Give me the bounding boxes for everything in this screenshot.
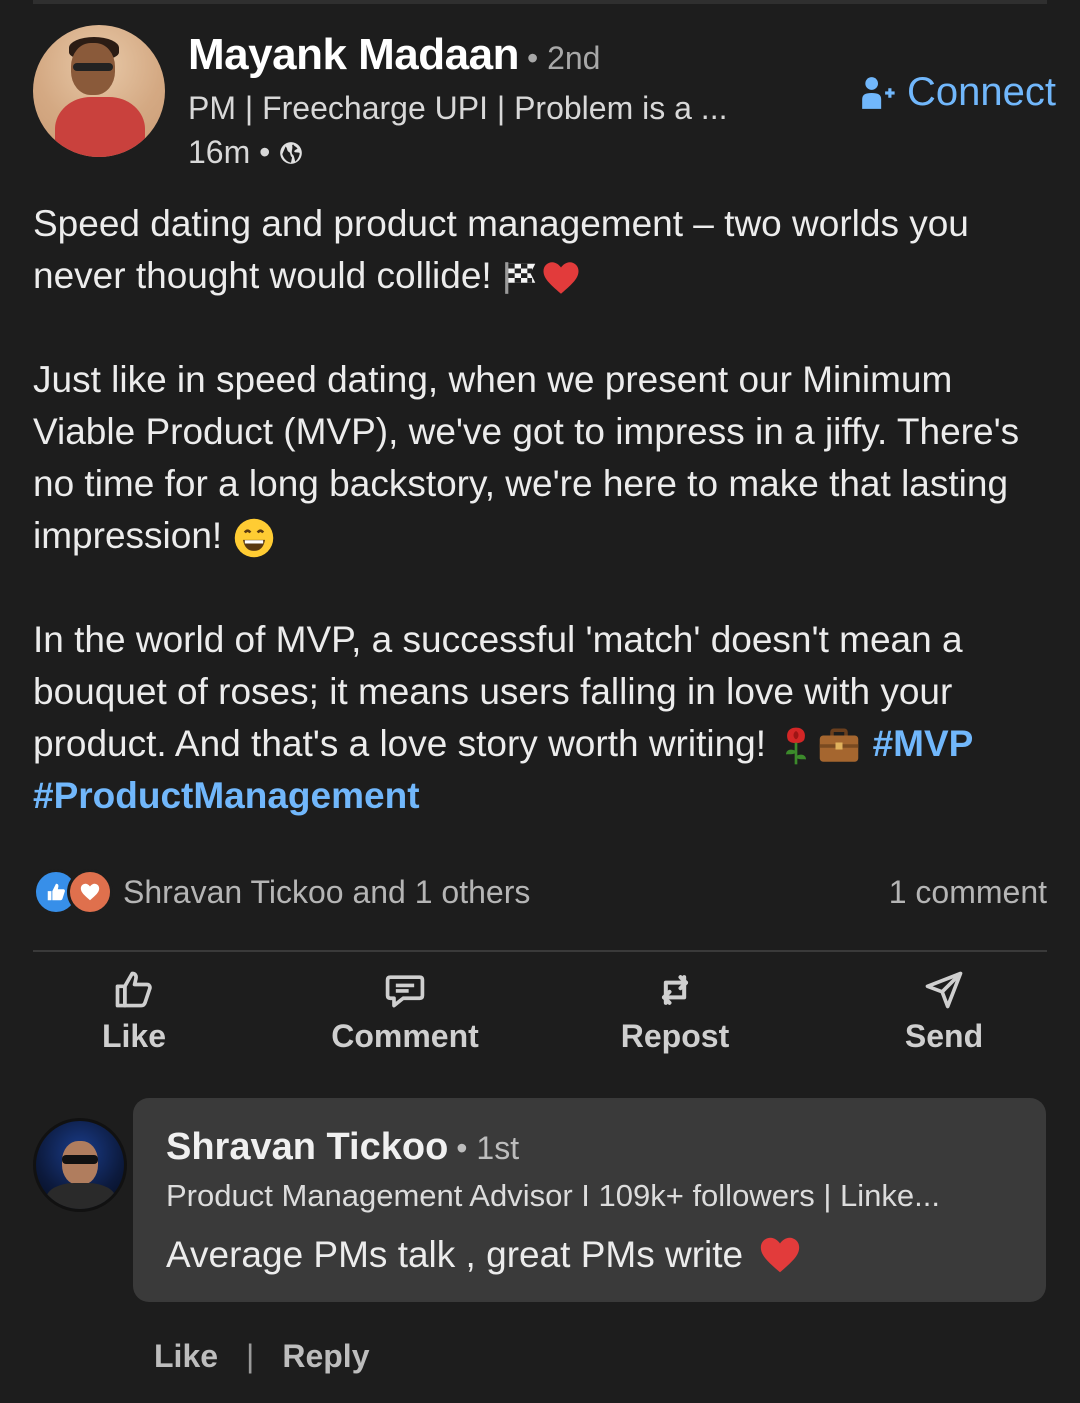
top-divider (33, 0, 1047, 4)
hashtag-mvp[interactable]: #MVP (873, 723, 974, 764)
commenter-headline: Product Management Advisor I 109k+ follo… (166, 1178, 940, 1213)
reactions-summary[interactable]: Shravan Tickoo and 1 others (33, 869, 530, 915)
repost-icon (661, 975, 689, 1005)
like-label: Like (101, 1018, 167, 1054)
comment-icon (385, 975, 425, 1008)
post-paragraph-1: Speed dating and product management – tw… (33, 198, 1053, 302)
post-paragraph-2: Just like in speed dating, when we prese… (33, 354, 1053, 562)
globe-icon (280, 141, 303, 164)
commenter-avatar[interactable] (33, 1118, 127, 1212)
connect-label: Connect (907, 70, 1056, 114)
thumbs-up-icon (115, 971, 152, 1008)
hashtag-product-management[interactable]: #ProductManagement (33, 775, 420, 816)
connect-button[interactable]: Connect (859, 70, 1056, 115)
comment-button[interactable]: Comment (305, 968, 505, 1055)
comment-like-button[interactable]: Like (154, 1338, 218, 1375)
action-bar: Like Comment Repost Send (0, 968, 1080, 1068)
briefcase-emoji (820, 728, 859, 762)
add-person-icon (862, 76, 895, 109)
social-counts: Shravan Tickoo and 1 others 1 comment (33, 866, 1047, 918)
send-icon (925, 971, 963, 1009)
author-name-line: Mayank Madaan • 2nd (188, 30, 600, 80)
author-headline: PM | Freecharge UPI | Problem is a ... (188, 90, 728, 126)
author-name[interactable]: Mayank Madaan (188, 30, 519, 80)
action-divider (33, 950, 1047, 952)
comment-bubble: Shravan Tickoo • 1st Product Management … (133, 1098, 1046, 1302)
comment-actions: Like | Reply (154, 1338, 369, 1375)
love-reaction-icon (67, 869, 113, 915)
connection-degree: • 2nd (526, 40, 601, 76)
comment-text: Average PMs talk , great PMs write (166, 1232, 803, 1278)
post-meta: 16m • (188, 134, 304, 171)
red-heart-emoji (760, 1237, 800, 1273)
red-heart-emoji (543, 262, 579, 294)
comment-label: Comment (331, 1018, 479, 1054)
comment-actions-separator: | (246, 1338, 255, 1374)
comment-count[interactable]: 1 comment (889, 874, 1047, 911)
author-avatar[interactable] (33, 25, 165, 157)
commenter-name-line: Shravan Tickoo • 1st (166, 1126, 519, 1169)
post-text: Speed dating and product management – tw… (33, 198, 1053, 874)
post-time: 16m • (188, 134, 271, 170)
comment-reply-button[interactable]: Reply (282, 1338, 369, 1375)
reactors-text: Shravan Tickoo and 1 others (123, 873, 531, 910)
repost-label: Repost (620, 1018, 730, 1054)
rose-emoji (786, 727, 807, 765)
commenter-name[interactable]: Shravan Tickoo (166, 1126, 448, 1169)
post-paragraph-3: In the world of MVP, a successful 'match… (33, 619, 974, 816)
checkered-flag-emoji (505, 262, 536, 295)
send-label: Send (904, 1018, 984, 1054)
send-button[interactable]: Send (844, 968, 1044, 1055)
repost-button[interactable]: Repost (575, 968, 775, 1055)
commenter-degree: • 1st (456, 1130, 520, 1166)
like-button[interactable]: Like (34, 968, 234, 1055)
grinning-face-emoji (235, 518, 274, 558)
